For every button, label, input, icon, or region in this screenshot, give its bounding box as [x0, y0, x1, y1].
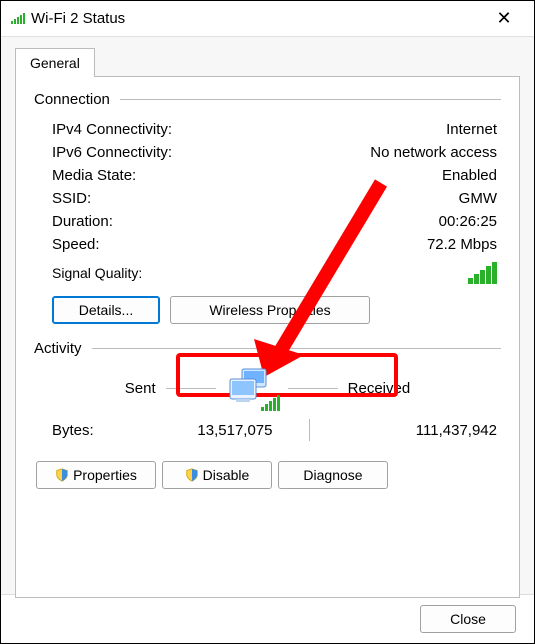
ipv4-value: Internet — [446, 121, 497, 138]
wifi-signal-icon — [11, 13, 25, 24]
bytes-received-value: 111,437,942 — [337, 422, 502, 439]
details-button[interactable]: Details... — [52, 296, 160, 324]
activity-header: Activity — [34, 340, 501, 357]
close-button[interactable]: Close — [420, 605, 516, 633]
speed-label: Speed: — [52, 236, 100, 253]
ipv6-value: No network access — [370, 144, 497, 161]
wifi-status-window: Wi-Fi 2 Status ✕ General Connection IPv4… — [0, 0, 535, 644]
signal-bars-icon — [468, 262, 497, 284]
signal-quality-label: Signal Quality: — [52, 265, 142, 281]
network-computers-icon — [226, 367, 278, 409]
bytes-label: Bytes: — [52, 422, 112, 439]
duration-value: 00:26:25 — [439, 213, 497, 230]
media-state-label: Media State: — [52, 167, 136, 184]
received-label: Received — [348, 380, 411, 397]
general-panel: Connection IPv4 Connectivity: Internet I… — [15, 76, 520, 598]
tab-strip: General — [15, 47, 520, 76]
sent-label: Sent — [125, 380, 156, 397]
media-state-value: Enabled — [442, 167, 497, 184]
shield-icon — [185, 468, 199, 482]
ssid-value: GMW — [459, 190, 497, 207]
dialog-footer: Close — [1, 595, 534, 643]
wireless-properties-button[interactable]: Wireless Properties — [170, 296, 370, 324]
disable-button-label: Disable — [203, 467, 250, 483]
window-title: Wi-Fi 2 Status — [31, 10, 484, 27]
close-icon[interactable]: ✕ — [484, 8, 524, 29]
properties-button[interactable]: Properties — [36, 461, 156, 489]
duration-label: Duration: — [52, 213, 113, 230]
properties-button-label: Properties — [73, 467, 137, 483]
speed-value: 72.2 Mbps — [427, 236, 497, 253]
tab-general[interactable]: General — [15, 48, 95, 77]
titlebar: Wi-Fi 2 Status ✕ — [1, 1, 534, 37]
connection-header: Connection — [34, 91, 501, 108]
diagnose-button[interactable]: Diagnose — [278, 461, 388, 489]
ipv4-label: IPv4 Connectivity: — [52, 121, 172, 138]
shield-icon — [55, 468, 69, 482]
bytes-sent-value: 13,517,075 — [112, 422, 309, 439]
connection-header-label: Connection — [34, 91, 110, 108]
disable-button[interactable]: Disable — [162, 461, 272, 489]
ipv6-label: IPv6 Connectivity: — [52, 144, 172, 161]
ssid-label: SSID: — [52, 190, 91, 207]
activity-header-label: Activity — [34, 340, 82, 357]
